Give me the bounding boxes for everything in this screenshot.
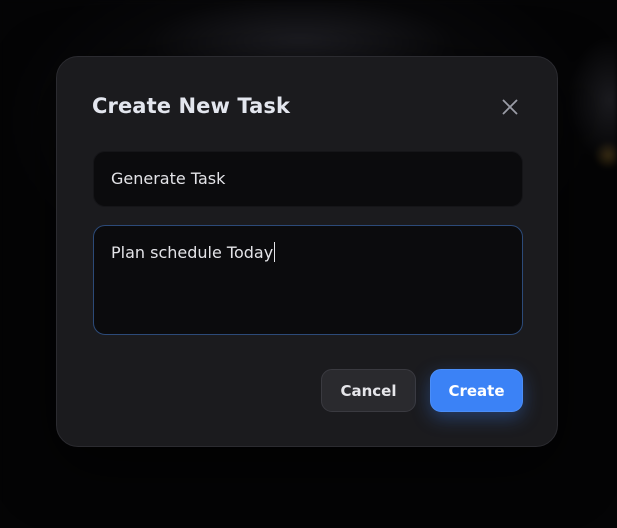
dialog-title: Create New Task — [92, 94, 291, 118]
task-description-value: Plan schedule Today — [111, 243, 274, 262]
cancel-button[interactable]: Cancel — [321, 369, 416, 412]
text-cursor — [274, 242, 276, 262]
task-description-textarea[interactable]: Plan schedule Today — [93, 225, 523, 335]
create-task-dialog: Create New Task Generate Task Plan sched… — [56, 56, 558, 447]
close-button[interactable] — [498, 97, 522, 121]
create-button[interactable]: Create — [430, 369, 523, 412]
task-title-value: Generate Task — [111, 169, 226, 188]
close-icon — [502, 99, 518, 119]
task-title-input[interactable]: Generate Task — [93, 151, 523, 207]
